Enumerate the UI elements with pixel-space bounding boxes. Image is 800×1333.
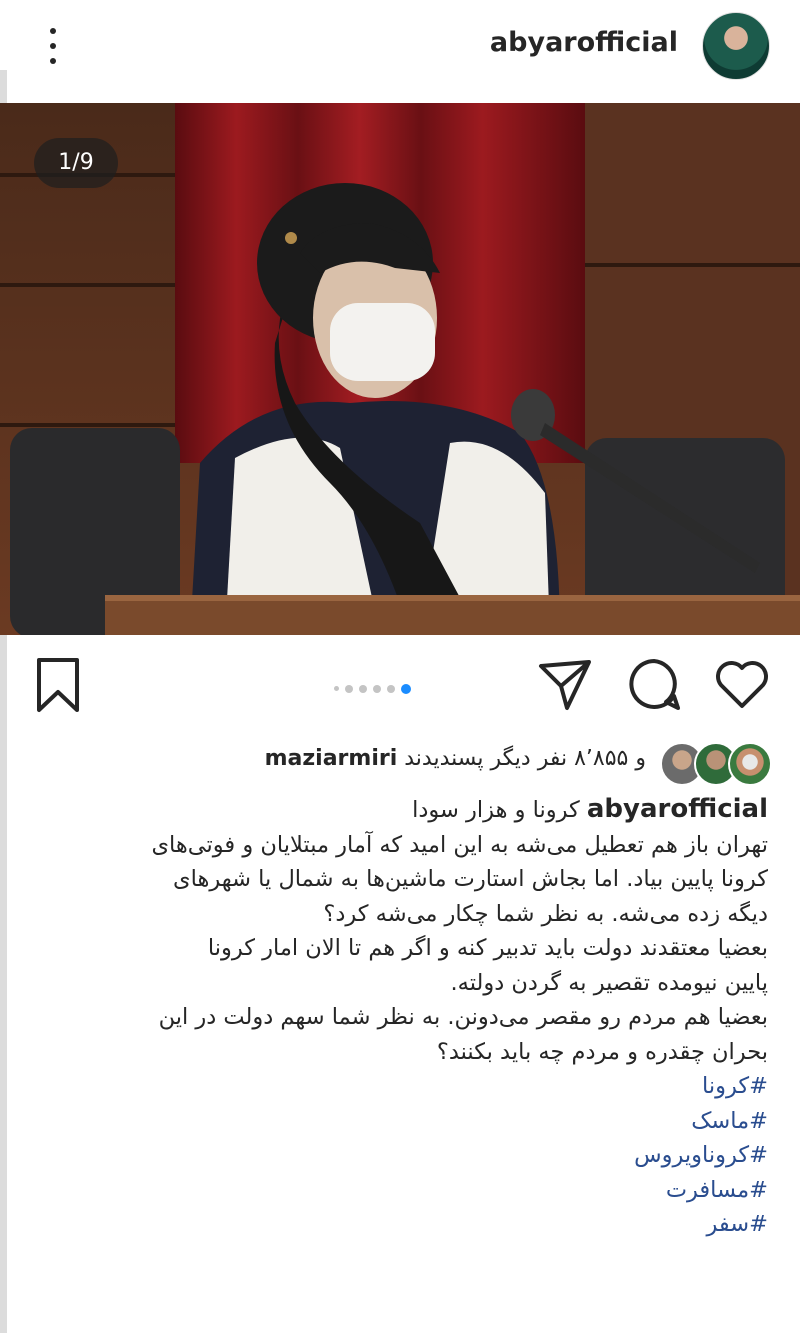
caption-first-line: abyarofficial کرونا و هزار سودا xyxy=(30,792,768,828)
caption-line: بعضیا معتقدند دولت باید تدبیر کنه و اگر … xyxy=(207,935,768,961)
more-vertical-icon[interactable] xyxy=(38,24,68,68)
caption-line: بحران چقدره و مردم چه باید بکنند؟ xyxy=(436,1038,768,1065)
post-header: abyarofficial xyxy=(0,0,800,92)
likes-count-text: و ۸٬۸۵۵ نفر دیگر پسندیدند xyxy=(404,746,646,771)
post-caption: abyarofficial کرونا و هزار سودا تهران با… xyxy=(30,792,768,1242)
send-icon[interactable] xyxy=(537,656,593,712)
caption-line: دیگه زده می‌شه. به نظر شما چکار می‌شه کر… xyxy=(323,900,768,927)
photo-illustration xyxy=(0,103,800,635)
caption-line: کرونا پایین بیاد. اما بجاش استارت ماشین‌… xyxy=(173,866,768,892)
carousel-counter: 1/9 xyxy=(34,138,118,188)
liker-avatar xyxy=(728,742,772,786)
hashtag-link[interactable]: #ماسک xyxy=(30,1104,768,1139)
post-author-username[interactable]: abyarofficial xyxy=(490,27,678,58)
post-photo[interactable]: 1/9 xyxy=(0,103,800,635)
hashtag-link[interactable]: #کرونا xyxy=(30,1069,768,1104)
hashtag-link[interactable]: #مسافرت xyxy=(30,1173,768,1208)
comment-icon[interactable] xyxy=(626,656,682,712)
liker-avatars[interactable] xyxy=(660,742,772,786)
heart-icon[interactable] xyxy=(713,656,771,712)
caption-username[interactable]: abyarofficial xyxy=(587,794,768,824)
hashtag-link[interactable]: #سفر xyxy=(30,1207,768,1242)
author-avatar[interactable] xyxy=(702,12,770,80)
bookmark-icon[interactable] xyxy=(34,656,82,714)
caption-line: پایین نیومده تقصیر به گردن دولته. xyxy=(450,969,768,996)
liker-username[interactable]: maziarmiri xyxy=(265,746,398,771)
likes-text[interactable]: و ۸٬۸۵۵ نفر دیگر پسندیدند maziarmiri xyxy=(265,746,646,771)
hashtag-link[interactable]: #کروناویروس xyxy=(30,1138,768,1173)
caption-title: کرونا و هزار سودا xyxy=(412,797,580,823)
carousel-dots xyxy=(334,678,417,697)
caption-line: تهران باز هم تعطیل می‌شه به این امید که … xyxy=(151,831,768,858)
caption-line: بعضیا هم مردم رو مقصر می‌دونن. به نظر شم… xyxy=(158,1004,768,1030)
likes-row: و ۸٬۸۵۵ نفر دیگر پسندیدند maziarmiri xyxy=(30,740,772,790)
action-bar xyxy=(0,650,800,722)
